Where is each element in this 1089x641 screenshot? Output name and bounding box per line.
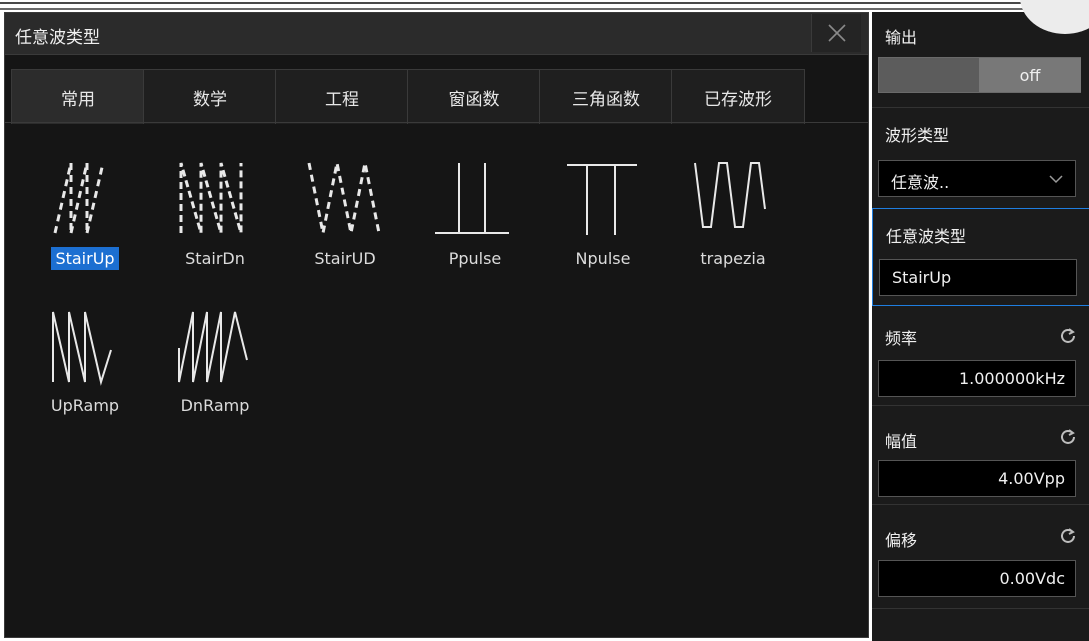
output-toggle[interactable]: off [878,57,1081,93]
close-icon [827,24,846,42]
stair-up-wave-icon [53,162,105,234]
tab-content-divider [5,122,868,123]
wave-type-section: 波形类型 任意波.. [872,108,1089,208]
waveform-label: Npulse [575,249,631,268]
stair-down-wave-icon [179,162,243,234]
offset-value: 0.00Vdc [999,569,1065,588]
waveform-stairud[interactable]: StairUD [295,143,395,313]
wave-type-value: 任意波.. [891,173,950,192]
waveform-label: Ppulse [448,249,502,268]
dialog-titlebar: 任意波类型 [5,13,868,55]
tab-saved-waveforms[interactable]: 已存波形 [671,69,805,124]
arb-type-field[interactable]: StairUp [879,259,1077,296]
output-label: 输出 [885,28,918,47]
frequency-label: 频率 [885,329,918,348]
waveform-upramp[interactable]: UpRamp [35,290,135,460]
amplitude-field[interactable]: 4.00Vpp [878,460,1076,497]
waveform-ppulse[interactable]: Ppulse [425,143,525,313]
amplitude-value: 4.00Vpp [998,469,1065,488]
wave-type-label: 波形类型 [885,126,950,145]
reset-icon[interactable] [1059,527,1077,545]
waveform-label: DnRamp [180,396,250,415]
up-ramp-wave-icon [52,311,112,386]
dialog-title: 任意波类型 [15,28,100,48]
tab-window-function[interactable]: 窗函数 [407,69,541,124]
category-tabs: 常用 数学 工程 窗函数 三角函数 已存波形 [11,69,805,124]
offset-field[interactable]: 0.00Vdc [878,560,1076,597]
waveform-stairdn[interactable]: StairDn [165,143,265,313]
waveform-stairup[interactable]: StairUp [35,143,135,313]
wave-type-dropdown[interactable]: 任意波.. [878,160,1076,197]
reset-icon[interactable] [1059,327,1077,345]
offset-label: 偏移 [885,531,918,550]
close-button[interactable] [811,14,861,52]
tab-math[interactable]: 数学 [143,69,277,124]
waveform-label: StairUp [51,247,119,270]
down-ramp-wave-icon [178,311,248,383]
divider [872,608,1089,609]
trapezia-wave-icon [694,162,766,228]
waveform-label: trapezia [700,249,766,268]
negative-pulse-wave-icon [567,164,637,235]
waveform-label: StairDn [185,249,245,268]
tab-trig-function[interactable]: 三角函数 [539,69,673,124]
window-frame-lines [0,2,1089,10]
arb-type-section[interactable]: 任意波类型 StairUp [872,208,1089,306]
reset-icon[interactable] [1059,428,1077,446]
waveform-label: UpRamp [50,396,120,415]
waveform-trapezia[interactable]: trapezia [683,143,783,313]
output-state: off [979,58,1081,92]
offset-section: 偏移 0.00Vdc [872,505,1089,605]
arbitrary-wave-type-dialog: 任意波类型 常用 数学 工程 窗函数 三角函数 已存波形 StairUp Sta… [4,12,869,638]
positive-pulse-wave-icon [435,163,509,234]
frequency-value: 1.000000kHz [958,369,1065,388]
stair-up-down-wave-icon [307,162,381,234]
waveform-label: StairUD [314,249,376,268]
frequency-section: 频率 1.000000kHz [872,305,1089,405]
arb-type-label: 任意波类型 [886,227,967,246]
tab-common[interactable]: 常用 [11,69,145,124]
frequency-field[interactable]: 1.000000kHz [878,360,1076,397]
arb-type-value: StairUp [892,268,952,287]
chevron-down-icon [1049,175,1063,184]
amplitude-label: 幅值 [885,432,918,451]
waveform-dnramp[interactable]: DnRamp [165,290,265,460]
waveform-npulse[interactable]: Npulse [553,143,653,313]
amplitude-section: 幅值 4.00Vpp [872,406,1089,504]
tab-engineering[interactable]: 工程 [275,69,409,124]
settings-panel: 输出 off 波形类型 任意波.. 任意波类型 StairUp 频率 1.000… [872,12,1089,641]
